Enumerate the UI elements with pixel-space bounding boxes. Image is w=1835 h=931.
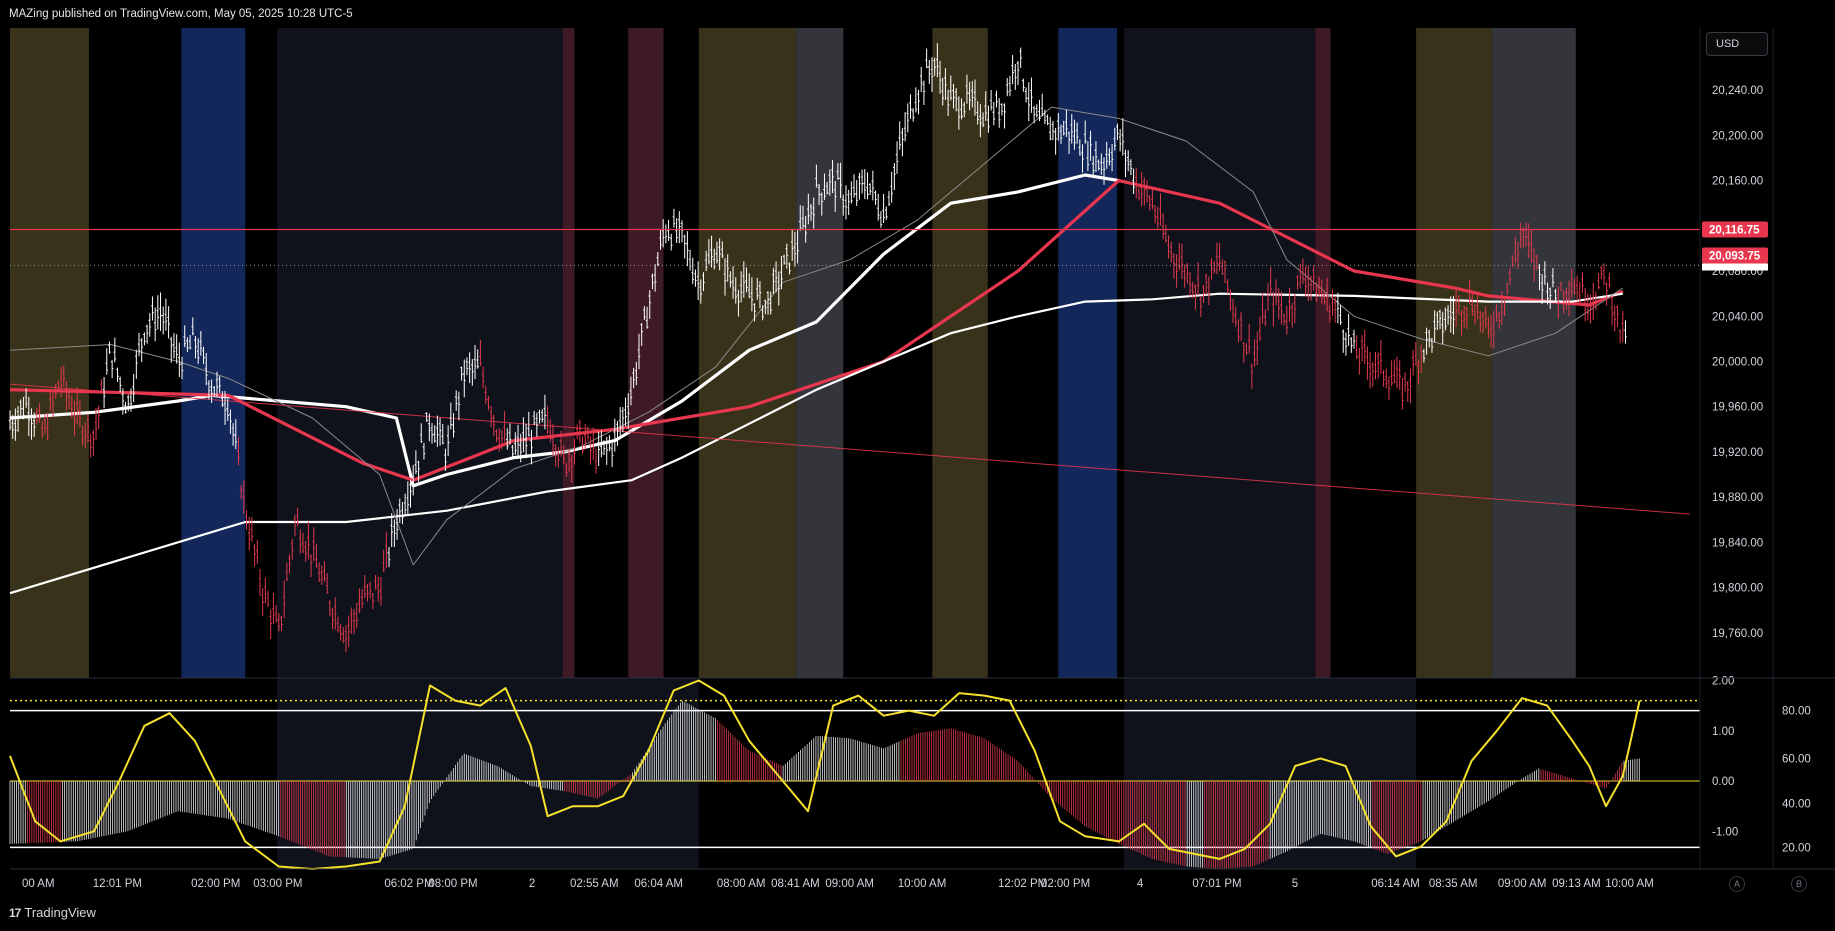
time-axis-label: 06:02 PM	[384, 878, 433, 890]
price-axis-tick: 19,760.00	[1712, 628, 1763, 640]
log-scale-button[interactable]: B	[1791, 876, 1807, 892]
time-axis-label: 02:00 PM	[191, 878, 240, 890]
published-caption: MAZing published on TradingView.com, May…	[9, 8, 353, 20]
oscillator-axis-tick-right: 80.00	[1782, 706, 1811, 718]
time-axis-label: 08:41 AM	[771, 878, 820, 890]
tradingview-logo[interactable]: 17 TradingView	[9, 905, 96, 920]
time-axis-label: 06:14 AM	[1371, 878, 1420, 890]
oscillator-axis-tick: 2.00	[1712, 676, 1734, 688]
tradingview-logo-icon: 17	[9, 905, 21, 920]
price-axis-tick: 20,040.00	[1712, 311, 1763, 323]
oscillator-axis-tick-right: 40.00	[1782, 799, 1811, 811]
oscillator-axis-tick: -1.00	[1712, 826, 1738, 838]
time-axis-label: 06:04 AM	[634, 878, 683, 890]
price-label-text: 20,093.75	[1709, 251, 1761, 263]
price-axis-tick: 20,000.00	[1712, 356, 1763, 368]
session-band-slate	[277, 28, 563, 678]
time-axis-label: 08:00 AM	[717, 878, 766, 890]
time-axis-label: 02:00 PM	[1041, 878, 1090, 890]
time-axis-label: 09:00 AM	[1498, 878, 1547, 890]
session-band-maroon	[562, 28, 575, 678]
price-axis-tick: 20,160.00	[1712, 176, 1763, 188]
session-band-olive	[1416, 28, 1492, 678]
session-band-maroon	[1315, 28, 1331, 678]
time-axis-label: 00 AM	[22, 878, 55, 890]
oscillator-axis-tick: 0.00	[1712, 776, 1734, 788]
session-band-grey	[796, 28, 844, 678]
time-axis-label: 09:13 AM	[1552, 878, 1601, 890]
time-axis-label: 07:01 PM	[1192, 878, 1241, 890]
session-band-grey	[1491, 28, 1576, 678]
time-axis-label: 10:00 AM	[898, 878, 947, 890]
oscillator-axis-tick: 1.00	[1712, 726, 1734, 738]
session-band-navy	[1058, 28, 1118, 678]
time-axis-label: 10:00 AM	[1605, 878, 1654, 890]
oscillator-axis-tick-right: 20.00	[1782, 842, 1811, 854]
oscillator-axis-tick-right: 60.00	[1782, 753, 1811, 765]
price-axis-tick: 20,200.00	[1712, 130, 1763, 142]
time-axis-label: 5	[1292, 878, 1298, 890]
time-axis-label: 09:00 AM	[825, 878, 874, 890]
price-axis-tick: 19,920.00	[1712, 447, 1763, 459]
last-price-badge	[1702, 263, 1768, 271]
currency-selector[interactable]: USD	[1706, 32, 1768, 56]
time-axis-label: 03:00 PM	[253, 878, 302, 890]
session-band-navy	[181, 28, 246, 678]
time-axis-label: 08:00 PM	[428, 878, 477, 890]
session-band-maroon	[628, 28, 664, 678]
time-axis-label: 4	[1137, 878, 1144, 890]
time-axis-label: 2	[529, 878, 535, 890]
time-axis-label: 02:55 AM	[570, 878, 619, 890]
price-axis-tick: 20,240.00	[1712, 85, 1763, 97]
price-axis-tick: 19,840.00	[1712, 537, 1763, 549]
top-bar: MAZing published on TradingView.com, May…	[0, 0, 1835, 28]
auto-scale-button[interactable]: A	[1729, 876, 1745, 892]
time-axis-label: 08:35 AM	[1429, 878, 1478, 890]
session-band-olive	[932, 28, 988, 678]
time-axis-label: 12:01 PM	[93, 878, 142, 890]
footer	[0, 896, 1835, 931]
time-axis-label: 12:02 PM	[998, 878, 1047, 890]
price-axis-tick: 19,880.00	[1712, 492, 1763, 504]
price-label-text: 20,116.75	[1709, 225, 1760, 237]
tradingview-brand-label: TradingView	[24, 905, 96, 920]
chart-canvas[interactable]: 2.00 1.00 0.00 -1.00 80.00 60.00 40.00 20.00 19…	[0, 0, 1835, 931]
price-axis-tick: 19,960.00	[1712, 402, 1763, 414]
session-band-slate	[1123, 28, 1316, 678]
price-axis-tick: 19,800.00	[1712, 583, 1763, 595]
